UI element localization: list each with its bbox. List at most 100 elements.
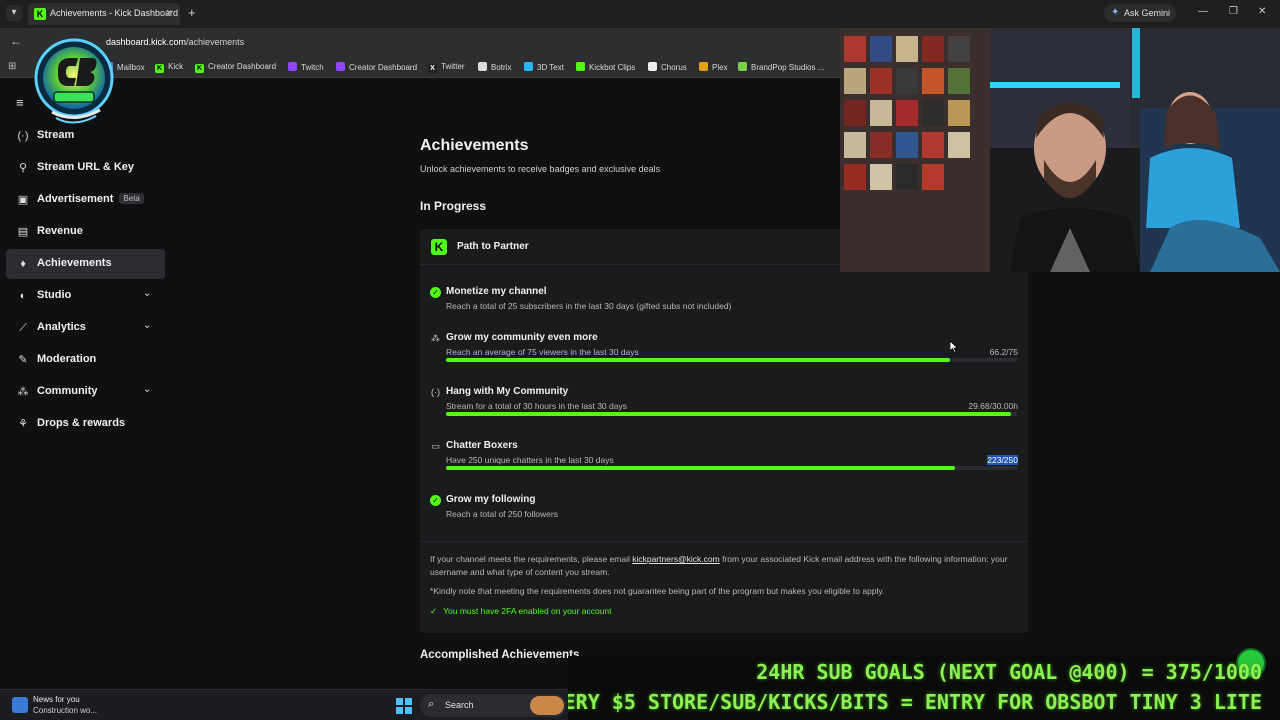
bookmark-kick[interactable]: K Kick [155, 62, 183, 73]
bookmark-label: 3D Text [537, 63, 564, 72]
partner-email-note: If your channel meets the requirements, … [430, 553, 1010, 579]
tab-list-button[interactable]: ▾ [6, 5, 22, 21]
sidebar-item-achievements[interactable]: ♦ Achievements [6, 249, 165, 279]
sidebar-item-community[interactable]: ⁂ Community ⌄ [6, 377, 165, 407]
hamburger-menu-icon[interactable]: ≡ [16, 95, 24, 110]
tab-title: Achievements - Kick Dashboard [50, 8, 179, 18]
achievement-title: Monetize my channel [446, 286, 547, 297]
mouse-cursor-icon [950, 341, 958, 353]
bookmark-creator-dashboard-kick[interactable]: K Creator Dashboard [195, 62, 276, 73]
giveaway-line: EVERY $5 STORE/SUB/KICKS/BITS = ENTRY FO… [539, 690, 1262, 714]
achievement-description: Reach an average of 75 viewers in the la… [446, 347, 639, 357]
sidebar-item-label: Analytics [37, 321, 86, 333]
progress-fill [446, 412, 1011, 416]
community-icon: ⁂ [431, 333, 440, 343]
bookmark-label: BrandPop Studios ... [751, 63, 825, 72]
news-widget-subtitle[interactable]: Construction wo... [33, 706, 97, 715]
bookmark-label: Twitter [441, 62, 465, 71]
new-tab-button[interactable]: + [188, 5, 196, 20]
progress-track [446, 412, 1017, 416]
bookmark-twitch[interactable]: Twitch [288, 62, 324, 72]
bookmark-label: Creator Dashboard [208, 62, 277, 71]
sidebar-item-label: Drops & rewards [37, 417, 126, 429]
progress-track [446, 466, 1017, 470]
sidebar-item-drops-rewards[interactable]: ⚘ Drops & rewards [6, 409, 165, 439]
bookmark-label: Botrix [491, 63, 512, 72]
browser-tab-bar: ▾ K Achievements - Kick Dashboard × + ✦ … [0, 0, 1280, 28]
bookmark-brandpop[interactable]: BrandPop Studios ... [738, 62, 824, 72]
chorus-icon [648, 62, 657, 71]
progress-track [446, 358, 1017, 362]
page-title: Achievements [420, 137, 529, 154]
kick-logo-icon: K [431, 239, 447, 255]
achievement-title: Grow my community even more [446, 332, 598, 343]
card-divider [420, 541, 1028, 542]
twitch-icon [336, 62, 345, 71]
sidebar-item-studio[interactable]: ◐ Studio ⌄ [6, 281, 165, 311]
check-circle-icon: ✓ [430, 287, 441, 298]
bookmark-creator-dashboard-twitch[interactable]: Creator Dashboard [336, 62, 417, 72]
sidebar-item-label: Revenue [37, 225, 83, 237]
achievement-progress-value: 223/250 [987, 455, 1018, 465]
bookmark-label: Kickbot Clips [589, 63, 636, 72]
achievement-description: Reach a total of 25 subscribers in the l… [446, 301, 732, 311]
bookmark-3d-text[interactable]: 3D Text [524, 62, 564, 72]
tab-close-icon[interactable]: × [166, 7, 172, 19]
kick-icon: K [155, 64, 164, 73]
search-highlight-image [530, 696, 564, 715]
bookmark-label: Twitch [301, 63, 324, 72]
taskbar-search[interactable]: ⌕ Search [420, 694, 566, 717]
page-subtitle: Unlock achievements to receive badges an… [420, 164, 661, 174]
wrench-icon: ✎ [18, 354, 28, 366]
twitch-icon [288, 62, 297, 71]
bookmark-plex[interactable]: Plex [699, 62, 728, 72]
url-host: dashboard.kick.com [106, 37, 187, 47]
achievement-description: Have 250 unique chatters in the last 30 … [446, 455, 614, 465]
bookmark-kickbot-clips[interactable]: Kickbot Clips [576, 62, 635, 72]
note-prefix: If your channel meets the requirements, … [430, 554, 633, 564]
community-icon: ⁂ [17, 386, 29, 398]
bookmark-chorus[interactable]: Chorus [648, 62, 687, 72]
bookmark-label: Plex [712, 63, 728, 72]
kick-favicon-icon: K [34, 8, 46, 20]
requirement-2fa: ✓ You must have 2FA enabled on your accou… [430, 606, 612, 617]
kickbot-icon [576, 62, 585, 71]
sidebar-item-label: Studio [37, 289, 72, 301]
ad-icon: ▣ [17, 194, 29, 206]
sidebar-item-advertisement[interactable]: ▣ Advertisement Beta [6, 185, 165, 215]
ask-gemini-button[interactable]: ✦ Ask Gemini [1104, 4, 1176, 22]
news-widget-title[interactable]: News for you [33, 695, 80, 704]
bookmarks-bar: ⊞ Mailbox K Kick K Creator Dashboard Twitc… [0, 56, 840, 78]
url-field[interactable]: dashboard.kick.com/achievements [106, 37, 244, 47]
bookmark-label: Chorus [661, 63, 687, 72]
back-arrow-icon[interactable]: ← [10, 34, 22, 48]
achievement-description: Reach a total of 250 followers [446, 509, 558, 519]
studio-icon: ◐ [19, 290, 27, 302]
sidebar-item-analytics[interactable]: ⟋ Analytics ⌄ [6, 313, 165, 343]
achievement-progress-value: 66.2/75 [989, 347, 1018, 357]
sidebar: ≡ (·) Stream ⚲ Stream URL & Key ▣ Advert… [0, 79, 170, 689]
weather-news-icon[interactable] [12, 697, 28, 713]
check-icon: ✓ [430, 606, 438, 616]
achievement-title: Grow my following [446, 494, 536, 505]
bookmark-botrix[interactable]: Botrix [478, 62, 511, 72]
browser-tab-achievements[interactable]: K Achievements - Kick Dashboard × [28, 3, 180, 25]
accomplished-heading: Accomplished Achievements [420, 649, 580, 661]
bookmark-twitter[interactable]: X Twitter [428, 62, 465, 73]
sidebar-item-revenue[interactable]: ▤ Revenue [6, 217, 165, 247]
window-close-icon[interactable]: ✕ [1258, 6, 1266, 17]
trophy-icon: ♦ [20, 258, 26, 270]
windows-start-icon[interactable] [396, 698, 412, 714]
sidebar-item-moderation[interactable]: ✎ Moderation [6, 345, 165, 375]
sidebar-item-label: Achievements [37, 257, 112, 269]
stream-goals-banner: 24HR SUB GOALS (NEXT GOAL @400) = 375/10… [540, 648, 1280, 720]
window-minimize-icon[interactable]: — [1198, 6, 1208, 17]
apps-grid-icon[interactable]: ⊞ [8, 61, 16, 72]
progress-fill [446, 466, 956, 470]
plex-icon [699, 62, 708, 71]
taskbar: News for you Construction wo... ⌕ Search [0, 689, 568, 720]
bookmark-label: Creator Dashboard [349, 63, 418, 72]
sidebar-item-stream-url-key[interactable]: ⚲ Stream URL & Key [6, 153, 165, 183]
window-restore-icon[interactable]: ❐ [1229, 6, 1238, 17]
partner-email-link[interactable]: kickpartners@kick.com [632, 554, 720, 564]
